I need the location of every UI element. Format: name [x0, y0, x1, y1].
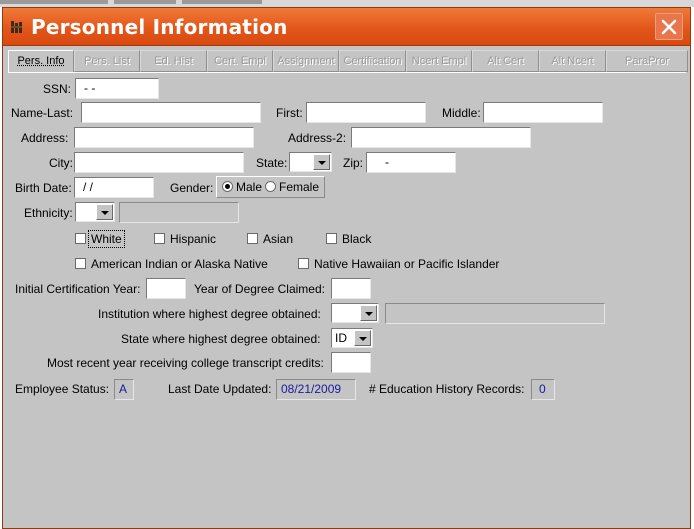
personnel-information-window: Personnel Information Pers. Info Pers. L…	[2, 7, 691, 529]
employee-status-field: A	[114, 379, 134, 400]
chevron-down-icon[interactable]	[313, 154, 330, 170]
pers-info-panel: SSN: - - Name-Last: First: Middle: Addre…	[8, 72, 686, 524]
address2-field[interactable]	[351, 127, 531, 148]
recent-transcript-year-label: Most recent year receiving college trans…	[47, 356, 324, 370]
tab-alt-cert[interactable]: Alt Cert	[472, 50, 539, 72]
close-button[interactable]	[655, 13, 683, 40]
name-last-field[interactable]	[81, 102, 261, 123]
race-asian-checkbox[interactable]: Asian	[247, 231, 317, 247]
name-last-label: Name-Last:	[11, 106, 74, 120]
gender-male-radio[interactable]	[222, 181, 233, 192]
gender-radio-group: Male Female	[216, 176, 325, 198]
race-black-label: Black	[342, 232, 372, 246]
gender-female-radio[interactable]	[265, 181, 276, 192]
middle-name-field[interactable]	[483, 102, 603, 123]
checkbox-box[interactable]	[154, 233, 165, 244]
edu-history-records-field: 0	[531, 379, 555, 400]
state-degree-dropdown-value: ID	[335, 331, 347, 345]
birth-date-field[interactable]: / /	[74, 177, 154, 198]
ethnicity-label: Ethnicity:	[24, 206, 73, 220]
zip-field[interactable]: -	[366, 152, 456, 173]
middle-name-label: Middle:	[442, 106, 481, 120]
tab-parapror[interactable]: ParaPror	[606, 50, 688, 72]
state-degree-dropdown[interactable]: ID	[331, 328, 373, 348]
tab-pers-list[interactable]: Pers. List	[74, 50, 140, 72]
tab-assignment[interactable]: Assignment	[273, 50, 339, 72]
chevron-down-icon[interactable]	[96, 204, 113, 220]
year-degree-claimed-label: Year of Degree Claimed:	[194, 282, 325, 296]
institution-name-field	[385, 303, 605, 324]
city-label: City:	[49, 156, 73, 170]
taskbar-segment	[114, 0, 176, 4]
tab-ed-hist[interactable]: Ed. Hist	[140, 50, 207, 72]
tab-pers-info[interactable]: Pers. Info	[8, 50, 74, 73]
race-white-label: White	[88, 230, 125, 248]
taskbar-segment	[182, 0, 262, 4]
address2-label: Address-2:	[288, 131, 347, 145]
ssn-field[interactable]: - -	[75, 78, 159, 99]
race-native-hawaiian-checkbox[interactable]: Native Hawaiian or Pacific Islander	[298, 256, 518, 272]
ethnicity-description-field	[119, 202, 239, 223]
race-native-hawaiian-label: Native Hawaiian or Pacific Islander	[314, 257, 500, 271]
race-american-indian-checkbox[interactable]: American Indian or Alaska Native	[75, 256, 285, 272]
tab-alt-ncert[interactable]: Alt Ncert	[539, 50, 606, 72]
institution-label: Institution where highest degree obtaine…	[98, 307, 321, 321]
gender-label: Gender:	[170, 181, 214, 195]
ssn-label: SSN:	[43, 82, 72, 96]
year-degree-claimed-field[interactable]	[331, 278, 371, 299]
race-hispanic-checkbox[interactable]: Hispanic	[154, 231, 234, 247]
address-field[interactable]	[74, 127, 254, 148]
window-title: Personnel Information	[31, 15, 288, 39]
checkbox-box[interactable]	[298, 258, 309, 269]
gender-female-label[interactable]: Female	[279, 180, 319, 194]
race-white-checkbox[interactable]: White	[75, 230, 145, 248]
chevron-down-icon[interactable]	[354, 330, 371, 346]
tab-certification[interactable]: Certification	[339, 50, 406, 72]
gender-male-label[interactable]: Male	[236, 180, 262, 194]
checkbox-box[interactable]	[326, 233, 337, 244]
first-name-label: First:	[276, 106, 303, 120]
tab-ncert-empl[interactable]: Ncert Empl	[406, 50, 472, 72]
checkbox-box[interactable]	[247, 233, 258, 244]
last-date-updated-label: Last Date Updated:	[168, 382, 272, 396]
title-bar[interactable]: Personnel Information	[3, 8, 690, 46]
edu-history-records-label: # Education History Records:	[369, 382, 525, 396]
checkbox-box[interactable]	[75, 233, 86, 244]
tab-cert-empl[interactable]: Cert. Empl	[207, 50, 273, 72]
recent-transcript-year-field[interactable]	[331, 352, 371, 373]
close-icon	[661, 19, 677, 35]
background-taskbar-strip	[0, 0, 694, 7]
race-american-indian-label: American Indian or Alaska Native	[91, 257, 268, 271]
address-label: Address:	[21, 131, 69, 145]
tab-strip: Pers. Info Pers. List Ed. Hist Cert. Emp…	[8, 50, 688, 73]
state-label: State:	[256, 156, 288, 170]
state-degree-label: State where highest degree obtained:	[121, 332, 321, 346]
chevron-down-icon[interactable]	[360, 305, 377, 321]
ethnicity-dropdown[interactable]	[75, 202, 115, 222]
city-field[interactable]	[74, 152, 244, 173]
initial-cert-year-field[interactable]	[146, 278, 186, 299]
taskbar-segment	[0, 0, 108, 4]
first-name-field[interactable]	[306, 102, 426, 123]
zip-label: Zip:	[343, 156, 364, 170]
state-dropdown[interactable]	[289, 152, 332, 172]
employee-status-label: Employee Status:	[15, 382, 110, 396]
initial-cert-year-label: Initial Certification Year:	[15, 282, 141, 296]
race-hispanic-label: Hispanic	[170, 232, 217, 246]
birth-date-label: Birth Date:	[15, 181, 72, 195]
app-icon	[11, 21, 25, 33]
race-asian-label: Asian	[263, 232, 294, 246]
checkbox-box[interactable]	[75, 258, 86, 269]
institution-dropdown[interactable]	[331, 303, 379, 323]
race-black-checkbox[interactable]: Black	[326, 231, 396, 247]
last-date-updated-field: 08/21/2009	[276, 379, 356, 400]
